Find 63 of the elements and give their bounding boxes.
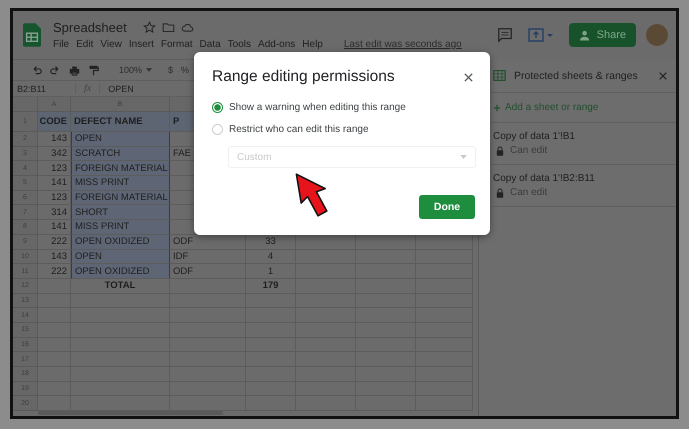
cloud-icon[interactable] xyxy=(180,21,194,34)
add-range-link[interactable]: Add a sheet or range xyxy=(491,93,676,123)
folder-icon[interactable] xyxy=(162,21,175,34)
menu-item[interactable]: Edit xyxy=(76,39,94,50)
sheets-logo-icon[interactable] xyxy=(23,23,41,47)
plus-icon xyxy=(493,104,501,112)
scrollbar-thumb[interactable] xyxy=(38,411,223,416)
range-name: Copy of data 1'!B2:B11 xyxy=(493,173,596,184)
caret-icon[interactable] xyxy=(146,68,152,72)
range-name: Copy of data 1'!B1 xyxy=(493,131,576,142)
table-cell: CODE xyxy=(38,112,71,132)
table-cell: DEFECT NAME xyxy=(71,112,170,132)
currency-format-button[interactable]: $ xyxy=(168,65,174,75)
menu-item[interactable]: View xyxy=(100,39,122,50)
menu-item[interactable]: Add-ons xyxy=(258,39,296,50)
formula-input[interactable]: OPEN xyxy=(99,84,134,94)
table-cell: MISS PRINT xyxy=(71,220,170,235)
panel-title: Protected sheets & ranges xyxy=(514,70,639,82)
menu-item[interactable]: Format xyxy=(160,39,193,50)
menu-item[interactable]: Tools xyxy=(228,39,252,50)
table-cell: 1 xyxy=(246,264,296,279)
dialog-title: Range editing permissions xyxy=(212,68,395,86)
table-cell: IDF xyxy=(170,250,246,264)
last-edit-link[interactable]: Last edit was seconds ago xyxy=(344,39,462,50)
star-icon[interactable] xyxy=(142,21,156,34)
caret-icon xyxy=(460,155,467,159)
table-cell: FOREIGN MATERIAL xyxy=(71,161,170,176)
done-button[interactable]: Done xyxy=(419,195,475,219)
menu-item[interactable]: Insert xyxy=(128,39,154,50)
table-cell: OPEN xyxy=(71,132,170,147)
table-cell: SCRATCH xyxy=(71,146,170,162)
paint-format-icon[interactable] xyxy=(88,64,99,76)
table-cell: OPEN OXIDIZED xyxy=(71,264,170,279)
redo-icon[interactable] xyxy=(50,64,61,76)
name-box[interactable]: B2:B11 xyxy=(13,84,76,94)
avatar[interactable] xyxy=(646,24,668,46)
table-cell: 179 xyxy=(246,278,296,294)
comment-icon[interactable] xyxy=(496,27,513,43)
corner-cell[interactable] xyxy=(13,97,38,112)
table-cell xyxy=(38,278,71,294)
close-icon[interactable] xyxy=(463,72,474,82)
undo-icon[interactable] xyxy=(31,64,42,76)
share-button[interactable]: Share xyxy=(568,23,636,47)
person-icon xyxy=(578,30,592,40)
menu-item[interactable]: Help xyxy=(302,39,323,50)
table-icon xyxy=(493,69,506,82)
close-icon[interactable] xyxy=(658,70,668,80)
table-cell: FOREIGN MATERIAL xyxy=(71,190,170,206)
table-cell: SHORT xyxy=(71,205,170,220)
table-cell: OPEN xyxy=(71,250,170,264)
lock-icon xyxy=(496,146,504,156)
menu-item[interactable]: File xyxy=(53,39,70,50)
document-title[interactable]: Spreadsheet xyxy=(53,20,127,35)
table-cell: TOTAL xyxy=(71,278,170,294)
print-icon[interactable] xyxy=(69,64,80,76)
table-cell: MISS PRINT xyxy=(71,176,170,191)
lock-icon xyxy=(496,188,504,198)
table-cell: OPEN OXIDIZED xyxy=(71,234,170,250)
menu-item[interactable]: Data xyxy=(200,39,221,50)
zoom-select[interactable]: 100% xyxy=(119,65,152,75)
table-cell: 4 xyxy=(246,250,296,264)
table-cell: ODF xyxy=(170,264,246,279)
percent-format-button[interactable]: % xyxy=(181,65,190,75)
